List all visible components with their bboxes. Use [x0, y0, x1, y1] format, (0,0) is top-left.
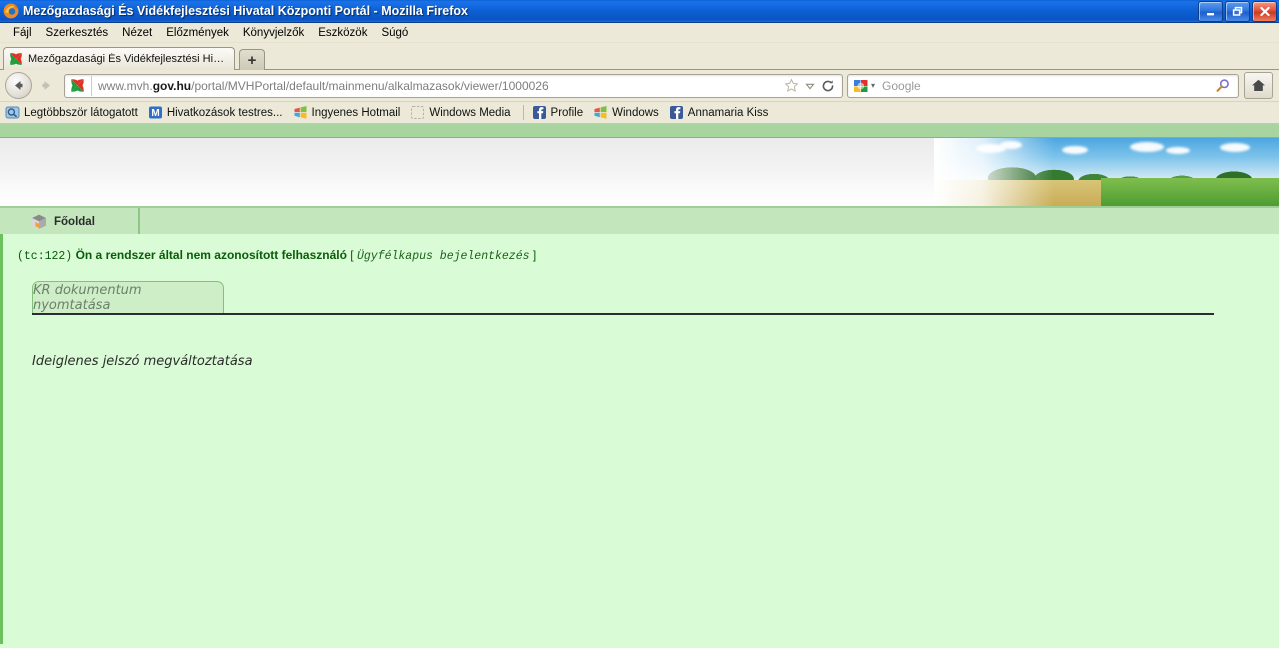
- forward-arrow-icon: [42, 81, 50, 90]
- facebook-icon: [532, 105, 547, 120]
- banner-fade-overlay: [934, 138, 1054, 206]
- browser-tabstrip: Mezőgazdasági És Vidékfejlesztési Hivata…: [0, 43, 1279, 70]
- bookmark-label: Windows Media: [429, 106, 511, 119]
- window-titlebar: Mezőgazdasági És Vidékfejlesztési Hivata…: [0, 0, 1279, 23]
- home-button[interactable]: [1244, 72, 1273, 99]
- window-controls: [1198, 1, 1277, 22]
- tab-underline-left: [32, 313, 224, 315]
- bookmark-label: Profile: [550, 106, 584, 119]
- bookmark-label: Legtöbbször látogatott: [24, 106, 138, 119]
- bookmark-annamaria-kiss[interactable]: Annamaria Kiss: [669, 105, 769, 120]
- customize-links-icon: M: [148, 105, 163, 120]
- cloud-shape: [1166, 147, 1190, 154]
- portal-header: [0, 138, 1279, 208]
- firefox-icon: [3, 3, 19, 19]
- google-icon[interactable]: [853, 79, 869, 93]
- minimize-button[interactable]: [1198, 1, 1223, 22]
- farmland-landscape-photo: [934, 138, 1279, 206]
- browser-tab-title: Mezőgazdasági És Vidékfejlesztési Hivata…: [28, 53, 226, 65]
- bookmark-profile[interactable]: Profile: [532, 105, 584, 120]
- back-button[interactable]: [4, 72, 32, 100]
- menu-szerkesztes[interactable]: Szerkesztés: [39, 26, 116, 40]
- navigation-toolbar: www.mvh.gov.hu/portal/MVHPortal/default/…: [0, 70, 1279, 102]
- cloud-shape: [1220, 143, 1250, 152]
- bookmark-label: Windows: [612, 106, 659, 119]
- ugyfelkapu-login-link[interactable]: Ügyfélkapus bejelentkezés: [357, 250, 530, 263]
- portal-tabstrip: KR dokumentum nyomtatása: [3, 281, 1279, 315]
- bookmarks-toolbar: Legtöbbször látogatott M Hivatkozások te…: [0, 102, 1279, 124]
- windows-icon: [293, 105, 308, 120]
- status-text: Ön a rendszer által nem azonosított felh…: [75, 248, 347, 262]
- cube-box-icon: [30, 213, 48, 231]
- bookmark-label: Annamaria Kiss: [687, 106, 769, 119]
- close-button[interactable]: [1252, 1, 1277, 22]
- url-prefix: www.mvh.: [98, 78, 153, 93]
- status-code: (tc:122): [17, 250, 73, 263]
- chevron-down-icon[interactable]: ▾: [871, 81, 875, 90]
- bookmark-customize-links[interactable]: M Hivatkozások testres...: [148, 105, 283, 120]
- facebook-icon: [669, 105, 684, 120]
- tab-kr-dokumentum-nyomtatasa[interactable]: KR dokumentum nyomtatása: [32, 281, 224, 314]
- url-path: /portal/MVHPortal/default/mainmenu/alkal…: [191, 78, 549, 93]
- url-domain: gov.hu: [152, 78, 192, 93]
- portal-content: (tc:122) Ön a rendszer által nem azonosí…: [0, 234, 1279, 644]
- cloud-shape: [1130, 142, 1164, 152]
- menu-sugo[interactable]: Súgó: [374, 26, 415, 40]
- svg-text:M: M: [151, 108, 159, 119]
- portal-top-strip: [0, 124, 1279, 138]
- sidebar-item-fooldal[interactable]: Főoldal: [0, 208, 140, 235]
- sidebar-item-label: Főoldal: [54, 215, 95, 228]
- menu-fajl[interactable]: Fájl: [6, 26, 39, 40]
- home-icon: [1251, 78, 1266, 93]
- most-visited-icon: [5, 105, 20, 120]
- menu-eszkozok[interactable]: Eszközök: [311, 26, 374, 40]
- page-viewport: Főoldal (tc:122) Ön a rendszer által nem…: [0, 124, 1279, 644]
- tab-label: KR dokumentum nyomtatása: [33, 283, 142, 313]
- bookmark-label: Hivatkozások testres...: [166, 106, 283, 119]
- mvh-logo-icon: [69, 78, 86, 93]
- chevron-down-icon[interactable]: [805, 81, 815, 91]
- bookmark-windows-media[interactable]: Windows Media: [410, 105, 511, 120]
- url-bar[interactable]: www.mvh.gov.hu/portal/MVHPortal/default/…: [64, 73, 843, 98]
- new-tab-button[interactable]: +: [239, 49, 265, 70]
- forward-button[interactable]: [32, 72, 60, 100]
- bookmark-hotmail[interactable]: Ingyenes Hotmail: [293, 105, 401, 120]
- bracket-close: ]: [532, 248, 537, 262]
- restore-button[interactable]: [1225, 1, 1250, 22]
- search-input[interactable]: Google: [882, 79, 1215, 93]
- back-arrow-icon: [4, 72, 32, 99]
- url-bar-actions: [784, 78, 842, 93]
- search-bar[interactable]: ▾ Google: [847, 73, 1239, 98]
- browser-tab-active[interactable]: Mezőgazdasági És Vidékfejlesztési Hivata…: [3, 47, 235, 70]
- menu-elozmenyek[interactable]: Előzmények: [159, 26, 236, 40]
- banner-grass-field: [1101, 178, 1279, 206]
- cloud-shape: [1062, 146, 1088, 154]
- bracket-open: [: [350, 248, 354, 262]
- url-text: www.mvh.gov.hu/portal/MVHPortal/default/…: [98, 79, 784, 93]
- bookmark-most-visited[interactable]: Legtöbbször látogatott: [5, 105, 138, 120]
- window-title: Mezőgazdasági És Vidékfejlesztési Hivata…: [23, 4, 469, 18]
- magnifier-icon[interactable]: [1215, 78, 1238, 94]
- url-separator: [91, 75, 92, 96]
- menubar: Fájl Szerkesztés Nézet Előzmények Könyvj…: [0, 23, 1279, 43]
- reload-icon[interactable]: [821, 79, 835, 93]
- menu-konyvjelzok[interactable]: Könyvjelzők: [236, 26, 311, 40]
- portal-navbar: Főoldal: [0, 208, 1279, 236]
- temporary-password-change-link[interactable]: Ideiglenes jelszó megváltoztatása: [32, 354, 253, 369]
- menu-nezet[interactable]: Nézet: [115, 26, 159, 40]
- bookmark-windows[interactable]: Windows: [593, 105, 659, 120]
- bookmark-label: Ingyenes Hotmail: [311, 106, 401, 119]
- windows-icon: [593, 105, 608, 120]
- windows-media-icon: [410, 105, 425, 120]
- mvh-logo-icon: [9, 52, 23, 66]
- bookmark-separator: [522, 105, 524, 120]
- star-icon[interactable]: [784, 78, 799, 93]
- tab-underline: [224, 313, 1214, 315]
- status-message: (tc:122) Ön a rendszer által nem azonosí…: [3, 234, 1279, 263]
